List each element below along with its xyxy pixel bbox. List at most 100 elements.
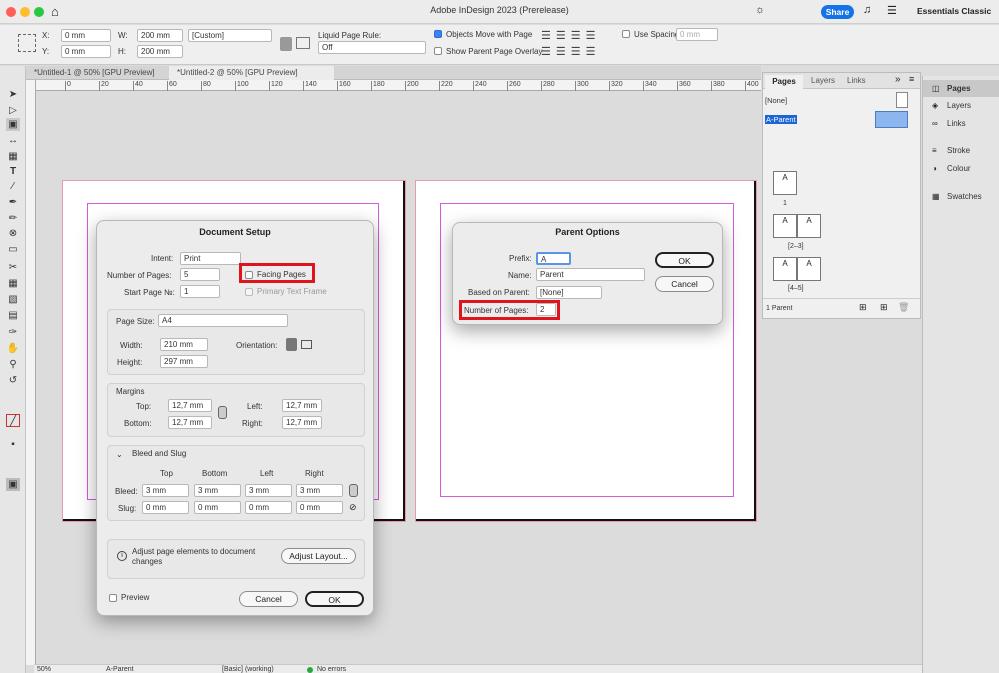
preset-select[interactable]: [Custom] <box>188 29 272 42</box>
page-size-select[interactable]: A4 <box>158 314 288 327</box>
liquid-page-rule-select[interactable]: Off <box>318 41 426 54</box>
gradient-tool-icon[interactable]: ▧ <box>6 293 20 306</box>
margin-bottom-field[interactable]: 12,7 mm <box>168 416 212 429</box>
eyedropper-tool-icon[interactable]: ✑ <box>6 326 20 339</box>
tab-pages[interactable]: Pages <box>765 75 803 89</box>
h-field[interactable]: 200 mm <box>137 45 183 58</box>
height-field[interactable]: 297 mm <box>160 355 208 368</box>
margin-right-field[interactable]: 12,7 mm <box>282 416 322 429</box>
formatting-icon[interactable]: ▪ <box>6 438 20 451</box>
preflight-profile[interactable]: [Basic] (working) <box>222 666 274 673</box>
parent-ok-button[interactable]: OK <box>655 252 714 268</box>
landscape-icon[interactable] <box>296 37 310 49</box>
distribute-icons[interactable]: ☰☰☰☰ <box>541 45 600 58</box>
portrait-icon[interactable] <box>280 37 292 51</box>
use-spacing-checkbox[interactable] <box>622 30 630 38</box>
prefix-field[interactable]: A <box>536 252 571 265</box>
learn-icon[interactable]: ♫ <box>863 4 871 16</box>
objects-move-checkbox[interactable] <box>434 30 442 38</box>
bleed-link-icon[interactable] <box>349 484 358 497</box>
page-thumbnail-2[interactable]: A <box>773 214 797 238</box>
selection-tool-icon[interactable]: ➤ <box>6 88 20 101</box>
adjust-layout-button[interactable]: Adjust Layout... <box>281 548 356 564</box>
w-field[interactable]: 200 mm <box>137 29 183 42</box>
hand-tool-icon[interactable]: ✋ <box>6 342 20 355</box>
tab-untitled-1[interactable]: *Untitled-1 @ 50% [GPU Preview] <box>26 66 169 80</box>
slug-bottom-field[interactable]: 0 mm <box>194 501 241 514</box>
swap-colors-icon[interactable]: ↺ <box>6 374 20 387</box>
start-page-field[interactable]: 1 <box>180 285 220 298</box>
edit-page-size-icon[interactable]: ⊞ <box>859 302 867 313</box>
page-thumbnail-4[interactable]: A <box>773 257 797 281</box>
landscape-orientation-icon[interactable] <box>301 340 312 349</box>
page-tool-icon[interactable]: ▣ <box>6 118 20 131</box>
margin-left-field[interactable]: 12,7 mm <box>282 399 322 412</box>
none-thumbnail[interactable] <box>896 92 908 108</box>
page-thumbnail-5[interactable]: A <box>797 257 821 281</box>
tab-layers[interactable]: Layers <box>811 76 835 85</box>
free-transform-tool-icon[interactable]: ▦ <box>6 277 20 290</box>
primary-text-frame-checkbox[interactable] <box>245 288 253 296</box>
show-overlay-checkbox[interactable] <box>434 47 442 55</box>
note-tool-icon[interactable]: ▤ <box>6 309 20 322</box>
y-field[interactable]: 0 mm <box>61 45 111 58</box>
margin-top-field[interactable]: 12,7 mm <box>168 399 212 412</box>
preview-checkbox[interactable] <box>109 594 117 602</box>
slug-top-field[interactable]: 0 mm <box>142 501 189 514</box>
based-on-select[interactable]: [None] <box>536 286 602 299</box>
reference-point-icon[interactable] <box>18 34 36 52</box>
a-parent-label[interactable]: A-Parent <box>765 115 797 124</box>
lightbulb-icon[interactable]: ☼ <box>755 4 765 16</box>
type-tool-icon[interactable]: T <box>6 165 20 178</box>
page-thumbnail-3[interactable]: A <box>797 214 821 238</box>
delete-page-icon[interactable]: 🗑 <box>898 302 909 313</box>
screen-mode-icon[interactable]: ▣ <box>6 478 20 491</box>
tab-untitled-2[interactable]: *Untitled-2 @ 50% [GPU Preview] <box>169 66 334 80</box>
ok-button[interactable]: OK <box>305 591 364 607</box>
slug-link-icon[interactable]: ⊘ <box>349 502 357 513</box>
bleed-top-field[interactable]: 3 mm <box>142 484 189 497</box>
ruler-tick-label: 400 <box>745 81 759 91</box>
content-collector-icon[interactable]: ▦ <box>6 150 20 163</box>
bleed-left-field[interactable]: 3 mm <box>245 484 292 497</box>
preflight-status: No errors <box>317 666 347 673</box>
direct-selection-tool-icon[interactable]: ▷ <box>6 104 20 117</box>
fill-stroke-icon[interactable]: ╱ <box>6 414 20 427</box>
gap-tool-icon[interactable]: ↔ <box>6 134 20 147</box>
num-pages-field[interactable]: 5 <box>180 268 220 281</box>
none-parent-label[interactable]: [None] <box>765 96 787 105</box>
rectangle-tool-icon[interactable]: ▭ <box>6 243 20 256</box>
page-field[interactable]: A-Parent <box>106 666 134 673</box>
slug-left-field[interactable]: 0 mm <box>245 501 292 514</box>
share-button[interactable]: Share <box>821 5 854 19</box>
cancel-button[interactable]: Cancel <box>239 591 298 607</box>
tab-links[interactable]: Links <box>847 76 866 85</box>
name-field[interactable]: Parent <box>536 268 645 281</box>
pencil-tool-icon[interactable]: ✏ <box>6 212 20 225</box>
chevron-down-icon[interactable]: ⌄ <box>116 450 123 459</box>
page-thumbnail-1[interactable]: A <box>773 171 797 195</box>
width-field[interactable]: 210 mm <box>160 338 208 351</box>
spacing-field[interactable]: 0 mm <box>676 28 718 41</box>
scissors-tool-icon[interactable]: ✂ <box>6 261 20 274</box>
zoom-tool-icon[interactable]: ⚲ <box>6 358 20 371</box>
link-icon[interactable] <box>218 406 227 419</box>
portrait-orientation-icon[interactable] <box>286 338 297 351</box>
bleed-bottom-field[interactable]: 3 mm <box>194 484 241 497</box>
pen-tool-icon[interactable]: ✒ <box>6 196 20 209</box>
intent-select[interactable]: Print <box>180 252 241 265</box>
zoom-field[interactable]: 50% <box>37 666 51 673</box>
bleed-right-field[interactable]: 3 mm <box>296 484 343 497</box>
comments-icon[interactable]: ☰ <box>887 4 897 17</box>
panel-menu-icon[interactable]: ≡ <box>909 74 914 84</box>
rectangle-frame-tool-icon[interactable]: ⊗ <box>6 227 20 240</box>
a-parent-thumbnail[interactable] <box>875 111 908 128</box>
x-field[interactable]: 0 mm <box>61 29 111 42</box>
workspace-switcher[interactable]: Essentials Classic <box>917 6 991 16</box>
panel-expand-icon[interactable]: » <box>895 74 901 85</box>
align-icons[interactable]: ☰☰☰☰ <box>541 29 600 42</box>
new-page-icon[interactable]: ⊞ <box>880 302 888 313</box>
parent-cancel-button[interactable]: Cancel <box>655 276 714 292</box>
line-tool-icon[interactable]: ∕ <box>6 180 20 193</box>
slug-right-field[interactable]: 0 mm <box>296 501 343 514</box>
